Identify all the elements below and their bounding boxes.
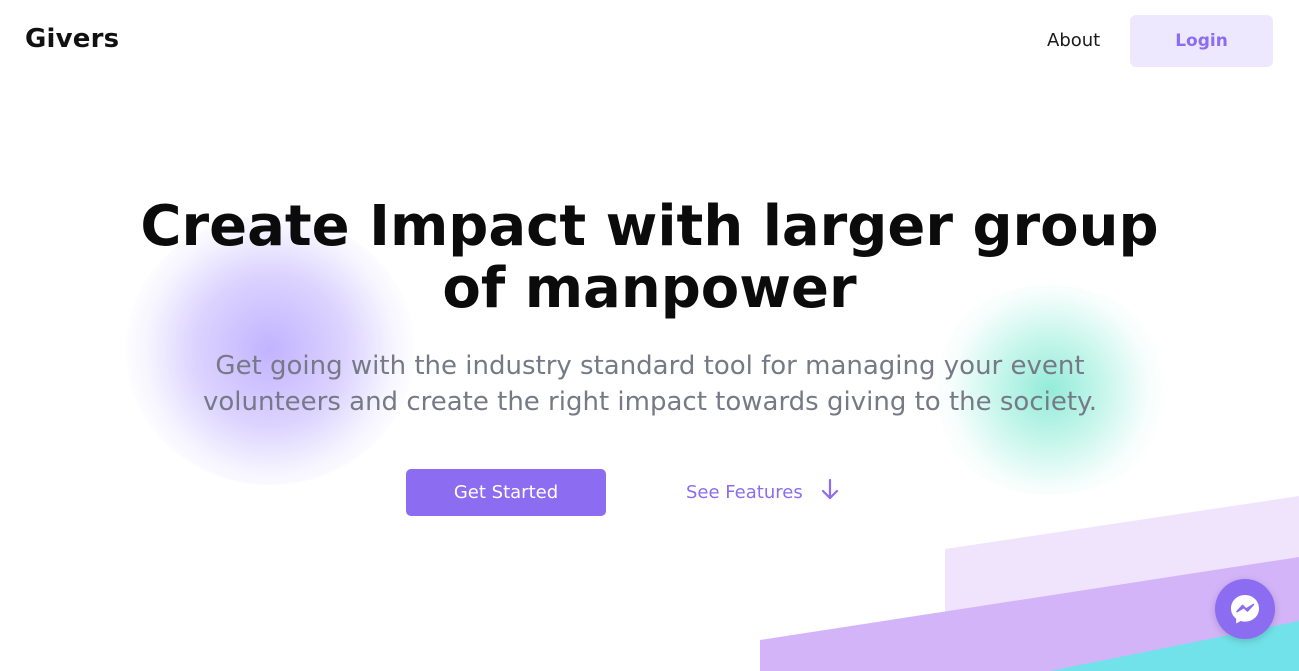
nav-about-link[interactable]: About	[1047, 30, 1100, 51]
login-button[interactable]: Login	[1130, 15, 1273, 67]
arrow-down-icon	[819, 477, 841, 503]
see-features-label: See Features	[686, 482, 803, 503]
hero-subtitle: Get going with the industry standard too…	[202, 351, 1097, 417]
landing-page: Givers About Login Create Impact with la…	[0, 0, 1299, 671]
hero-title: Create Impact with larger group of manpo…	[140, 194, 1159, 321]
decorative-bands	[760, 496, 1299, 671]
get-started-button[interactable]: Get Started	[406, 469, 606, 516]
messenger-icon	[1231, 595, 1259, 624]
see-features-link[interactable]: See Features	[686, 478, 841, 508]
brand-logo-text[interactable]: Givers	[25, 24, 119, 54]
messenger-chat-button[interactable]	[1215, 579, 1275, 639]
